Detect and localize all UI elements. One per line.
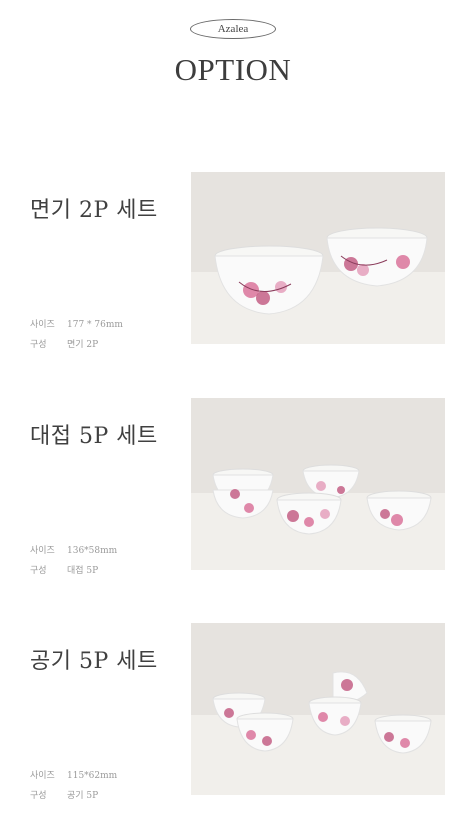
spec-size: 사이즈 177 * 76mm (30, 317, 123, 330)
product-photo (191, 623, 445, 795)
spec-composition: 구성 면기 2P (30, 337, 98, 350)
spec-size: 사이즈 136*58mm (30, 543, 117, 556)
spec-composition: 구성 대접 5P (30, 563, 98, 576)
five-rice-bowl-set-photo-icon (191, 623, 445, 795)
page-title: OPTION (174, 52, 292, 87)
option-section-bowl-2p: 면기 2P 세트 사이즈 177 * 76mm 구성 면기 2P (0, 172, 466, 350)
five-bowl-set-photo-icon (191, 398, 445, 570)
product-photo (191, 398, 445, 570)
spec-size-label: 사이즈 (30, 546, 55, 556)
spec-composition-value: 공기 5P (67, 791, 99, 801)
spec-size-value: 177 * 76mm (67, 320, 123, 330)
spec-composition-value: 면기 2P (67, 340, 99, 350)
spec-size: 사이즈 115*62mm (30, 768, 117, 781)
option-name: 대접 5P 세트 (30, 424, 158, 449)
product-photo (191, 172, 445, 344)
spec-composition-label: 구성 (30, 566, 47, 576)
two-bowl-set-photo-icon (191, 172, 445, 344)
option-name: 면기 2P 세트 (30, 198, 158, 223)
spec-composition-value: 대접 5P (67, 566, 99, 576)
spec-composition-label: 구성 (30, 340, 47, 350)
spec-size-label: 사이즈 (30, 320, 55, 330)
spec-composition-label: 구성 (30, 791, 47, 801)
spec-composition: 구성 공기 5P (30, 788, 98, 801)
spec-size-label: 사이즈 (30, 771, 55, 781)
spec-size-value: 136*58mm (67, 546, 118, 556)
spec-size-value: 115*62mm (67, 771, 118, 781)
collection-badge: Azalea (190, 19, 276, 39)
option-section-bowl-5p: 대접 5P 세트 사이즈 136*58mm 구성 대접 5P (0, 398, 466, 576)
option-section-rice-bowl-5p: 공기 5P 세트 사이즈 115*62mm 구성 공기 5P (0, 623, 466, 801)
option-name: 공기 5P 세트 (30, 649, 158, 674)
